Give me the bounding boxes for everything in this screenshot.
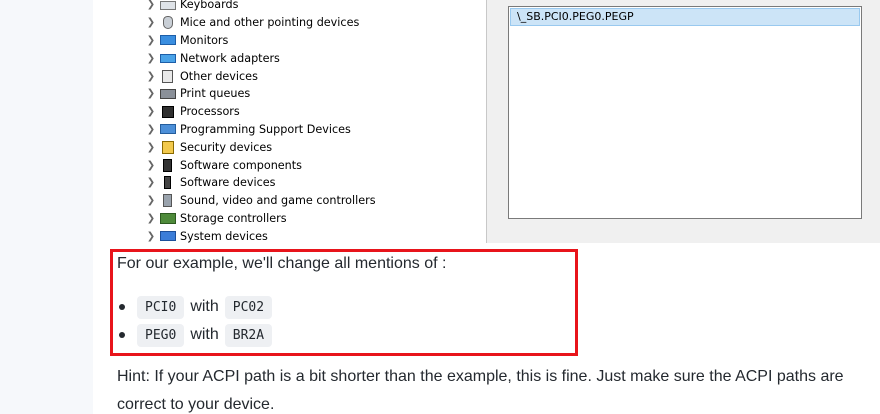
tree-item-storage-controllers[interactable]: ❯ Storage controllers <box>145 210 485 228</box>
bullet-icon <box>119 304 125 310</box>
list-item: PCI0 with PC02 <box>117 293 273 321</box>
mouse-icon <box>163 16 173 30</box>
tree-item-monitors[interactable]: ❯ Monitors <box>145 32 485 50</box>
monitor-icon <box>160 35 176 46</box>
property-value-list[interactable]: \_SB.PCI0.PEG0.PEGP <box>508 6 862 219</box>
tree-item-label: Sound, video and game controllers <box>180 194 376 208</box>
storage-controller-icon <box>160 212 176 224</box>
tree-item-label: Keyboards <box>180 0 239 12</box>
tree-item-software-components[interactable]: ❯ Software components <box>145 156 485 174</box>
software-component-icon <box>163 158 172 172</box>
tree-item-label: Other devices <box>180 69 258 83</box>
tree-item-print-queues[interactable]: ❯ Print queues <box>145 85 485 103</box>
processor-icon <box>162 105 174 118</box>
code-from: PEG0 <box>137 323 185 347</box>
printer-icon <box>160 88 176 99</box>
programming-device-icon <box>160 124 176 135</box>
tree-item-label: Programming Support Devices <box>180 122 351 136</box>
code-to: BR2A <box>224 323 273 347</box>
list-item: PEG0 with BR2A <box>117 321 273 349</box>
tree-item-label: System devices <box>180 229 268 243</box>
tree-item-label: Monitors <box>180 33 229 47</box>
chevron-right-icon[interactable]: ❯ <box>145 213 157 224</box>
tree-item-label: Storage controllers <box>180 211 287 225</box>
hint-text: Hint: If your ACPI path is a bit shorter… <box>117 368 844 413</box>
code-from: PCI0 <box>137 295 185 319</box>
chevron-right-icon[interactable]: ❯ <box>145 71 157 82</box>
with-text: with <box>190 298 219 315</box>
chevron-right-icon[interactable]: ❯ <box>145 35 157 46</box>
chevron-right-icon[interactable]: ❯ <box>145 177 157 188</box>
tree-item-other-devices[interactable]: ❯ Other devices <box>145 67 485 85</box>
security-device-icon <box>162 140 174 154</box>
with-text: with <box>190 326 219 343</box>
chevron-right-icon[interactable]: ❯ <box>145 160 157 171</box>
tree-item-label: Security devices <box>180 140 273 154</box>
chevron-right-icon[interactable]: ❯ <box>145 142 157 153</box>
tree-item-security-devices[interactable]: ❯ Security devices <box>145 138 485 156</box>
software-device-icon <box>164 176 171 190</box>
tree-item-label: Mice and other pointing devices <box>180 16 360 30</box>
chevron-right-icon[interactable]: ❯ <box>145 53 157 64</box>
intro-text: For our example, we'll change all mentio… <box>117 255 447 272</box>
tree-item-label: Software components <box>180 158 302 172</box>
code-to: PC02 <box>224 295 273 319</box>
system-device-icon <box>160 231 176 242</box>
tree-item-system-devices[interactable]: ❯ System devices <box>145 227 485 245</box>
tree-item-software-devices[interactable]: ❯ Software devices <box>145 174 485 192</box>
chevron-right-icon[interactable]: ❯ <box>145 88 157 99</box>
speaker-icon <box>163 194 172 208</box>
bullet-icon <box>119 332 125 338</box>
tree-item-network-adapters[interactable]: ❯ Network adapters <box>145 49 485 67</box>
chevron-right-icon[interactable]: ❯ <box>145 17 157 28</box>
chevron-right-icon[interactable]: ❯ <box>145 231 157 242</box>
chevron-right-icon[interactable]: ❯ <box>145 124 157 135</box>
chevron-right-icon[interactable]: ❯ <box>145 195 157 206</box>
tree-item-processors[interactable]: ❯ Processors <box>145 103 485 121</box>
tree-item-keyboards[interactable]: ❯ Keyboards <box>145 0 485 14</box>
device-tree: ❯ Keyboards ❯ Mice and other pointing de… <box>145 0 485 245</box>
chevron-right-icon[interactable]: ❯ <box>145 106 157 117</box>
network-adapter-icon <box>160 53 176 63</box>
tree-item-mice[interactable]: ❯ Mice and other pointing devices <box>145 14 485 32</box>
property-value-row[interactable]: \_SB.PCI0.PEG0.PEGP <box>510 8 860 26</box>
tree-item-label: Print queues <box>180 87 251 101</box>
tree-item-sound-video[interactable]: ❯ Sound, video and game controllers <box>145 192 485 210</box>
tree-item-label: Processors <box>180 105 240 119</box>
chevron-right-icon[interactable]: ❯ <box>145 0 157 10</box>
keyboard-icon <box>160 0 176 10</box>
tree-item-label: Software devices <box>180 176 276 190</box>
tree-item-label: Network adapters <box>180 51 280 65</box>
replacement-list: PCI0 with PC02 PEG0 with BR2A <box>117 293 273 349</box>
unknown-device-icon <box>162 69 173 83</box>
tree-item-programming-support[interactable]: ❯ Programming Support Devices <box>145 121 485 139</box>
